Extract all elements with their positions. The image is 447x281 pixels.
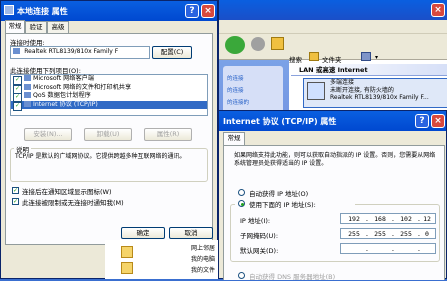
properties-button[interactable]: 属性(R) [144,128,192,141]
list-item[interactable]: ✓ Microsoft 网络客户端 [11,75,207,85]
item-label: Microsoft 网络客户端 [33,75,95,82]
manual-ip-label: 使用下面的 IP 地址(S): [249,201,316,209]
item-label: QoS 数据包计划程序 [33,92,91,99]
notify-checkbox[interactable]: ✓ [12,198,19,205]
manual-ip-radio[interactable] [238,200,245,207]
list-item[interactable]: ✓ QoS 数据包计划程序 [11,92,207,102]
ok-button[interactable]: 确定 [121,227,165,239]
tcp-title: Internet 协议 (TCP/IP) 属性 [223,117,337,126]
connection-device: Realtek RTL8139/810x Family F... [330,94,429,101]
qos-icon [24,92,31,98]
explorer-title-bar[interactable]: × [219,0,447,20]
desktop-item-label[interactable]: 我的文件 [191,265,215,274]
show-icon-checkbox[interactable]: ✓ [12,187,19,194]
desktop-item-label[interactable]: 网上邻居 [191,243,215,252]
auto-ip-radio[interactable] [238,189,245,196]
subnet-mask-field[interactable]: 255. 255. 255. 0 [340,228,436,239]
protocol-icon [24,100,31,107]
task-pane-link[interactable]: 的连接 [227,86,244,94]
mask-octet: 255 [374,230,386,238]
views-icon[interactable] [361,52,371,61]
cancel-button[interactable]: 取消 [169,227,213,239]
tcp-intro-text: 如果网络支持此功能，则可以获取自动指派的 IP 设置。否则，您需要从网络系统管理… [234,152,436,167]
props-title: 本地连接 属性 [17,7,68,16]
subnet-mask-label: 子网掩码(U): [240,232,279,240]
item-label: Microsoft 网络的文件和打印机共享 [33,83,132,91]
auto-ip-label: 自动获得 IP 地址(O) [249,190,309,198]
uninstall-button[interactable]: 卸载(U) [84,128,132,141]
desktop-item-label[interactable]: 我的电脑 [191,254,215,263]
adapter-field: Realtek RTL8139/810x Family F [10,46,150,59]
forward-arrow-icon[interactable] [251,37,265,51]
tab-authentication[interactable]: 验证 [25,21,47,33]
adapter-icon [13,48,20,54]
list-item[interactable]: ✓ Microsoft 网络的文件和打印机共享 [11,83,207,94]
connection-properties-dialog: 本地连接 属性 ? × 常规 验证 高级 连接时使用: Realtek RTL8… [0,0,218,279]
tab-general[interactable]: 常规 [5,20,25,33]
close-icon[interactable]: × [431,114,445,128]
description-text: TCP/IP 是默认的广域网协议。它提供跨越多种互联网络的通讯。 [15,153,186,160]
back-arrow-icon[interactable] [225,36,245,54]
ip-octet: 12 [423,215,431,223]
ip-address-field[interactable]: 192. 168. 102. 12 [340,213,436,224]
client-icon [24,75,31,81]
help-icon[interactable]: ? [185,4,199,18]
network-icon [4,5,14,15]
notify-label: 此连接被限制或无连接时通知我(M) [22,199,124,207]
adapter-name: Realtek RTL8139/810x Family F [24,48,119,55]
mask-octet: 255 [400,230,412,238]
gateway-field[interactable]: ... [340,243,436,254]
views-dropdown-icon[interactable]: ▾ [375,54,378,61]
menu-bar [219,22,447,34]
ip-octet: 102 [400,215,412,223]
auto-dns-radio[interactable] [238,272,245,279]
search-button-label[interactable]: 搜索 [289,54,302,64]
share-icon [24,83,31,90]
folder-icon[interactable] [121,262,133,274]
tcp-title-bar[interactable]: Internet 协议 (TCP/IP) 属性 [219,111,446,131]
mask-octet: 255 [348,230,360,238]
folder-icon[interactable] [121,246,133,258]
props-general-page: 连接时使用: Realtek RTL8139/810x Family F 配置(… [5,33,213,245]
desktop-strip: 网上邻居 我的电脑 我的文件 [105,240,218,279]
task-pane-link[interactable]: 的连接的 [227,98,249,106]
help-icon[interactable]: ? [415,114,429,128]
tab-advanced[interactable]: 高级 [47,21,69,33]
network-connection-icon [307,82,325,100]
item-checkbox[interactable]: ✓ [13,101,22,111]
list-item-selected[interactable]: ✓ Internet 协议 (TCP/IP) [11,100,207,111]
folders-icon[interactable] [309,52,319,61]
configure-button[interactable]: 配置(C) [152,46,192,59]
mask-octet: 0 [425,230,429,238]
folder-up-icon[interactable] [271,37,284,50]
tab-general[interactable]: 常规 [223,132,245,145]
tcpip-properties-dialog: Internet 协议 (TCP/IP) 属性 ? × 常规 如果网络支持此功能… [218,110,447,281]
connection-name: 多端连接 [330,79,355,86]
auto-dns-label: 自动获得 DNS 服务器地址(B) [249,273,336,281]
ip-octet: 168 [374,215,386,223]
explorer-toolbar: 搜索 文件夹 ▾ [219,20,447,64]
ip-address-label: IP 地址(I): [240,217,271,225]
folders-button-label[interactable]: 文件夹 [322,54,342,64]
tcp-general-page: 如果网络支持此功能，则可以获取自动指派的 IP 设置。否则，您需要从网络系统管理… [223,145,445,281]
install-button[interactable]: 安装(N)... [24,128,72,141]
task-pane-link[interactable]: 的连接 [227,74,244,82]
explorer-close-icon[interactable]: × [431,3,445,17]
show-icon-label: 连接后在通知区域显示图标(W) [22,188,112,196]
ip-octet: 192 [348,215,360,223]
close-icon[interactable]: × [201,4,215,18]
gateway-label: 默认网关(D): [240,247,279,255]
item-label: Internet 协议 (TCP/IP) [33,100,98,108]
components-list[interactable]: ✓ Microsoft 网络客户端 ✓ Microsoft 网络的文件和打印机共享 … [10,74,208,116]
lan-section-header: LAN 或高速 Internet [291,64,447,76]
connection-status: 未断开连接, 有防火墙的 [330,86,394,94]
